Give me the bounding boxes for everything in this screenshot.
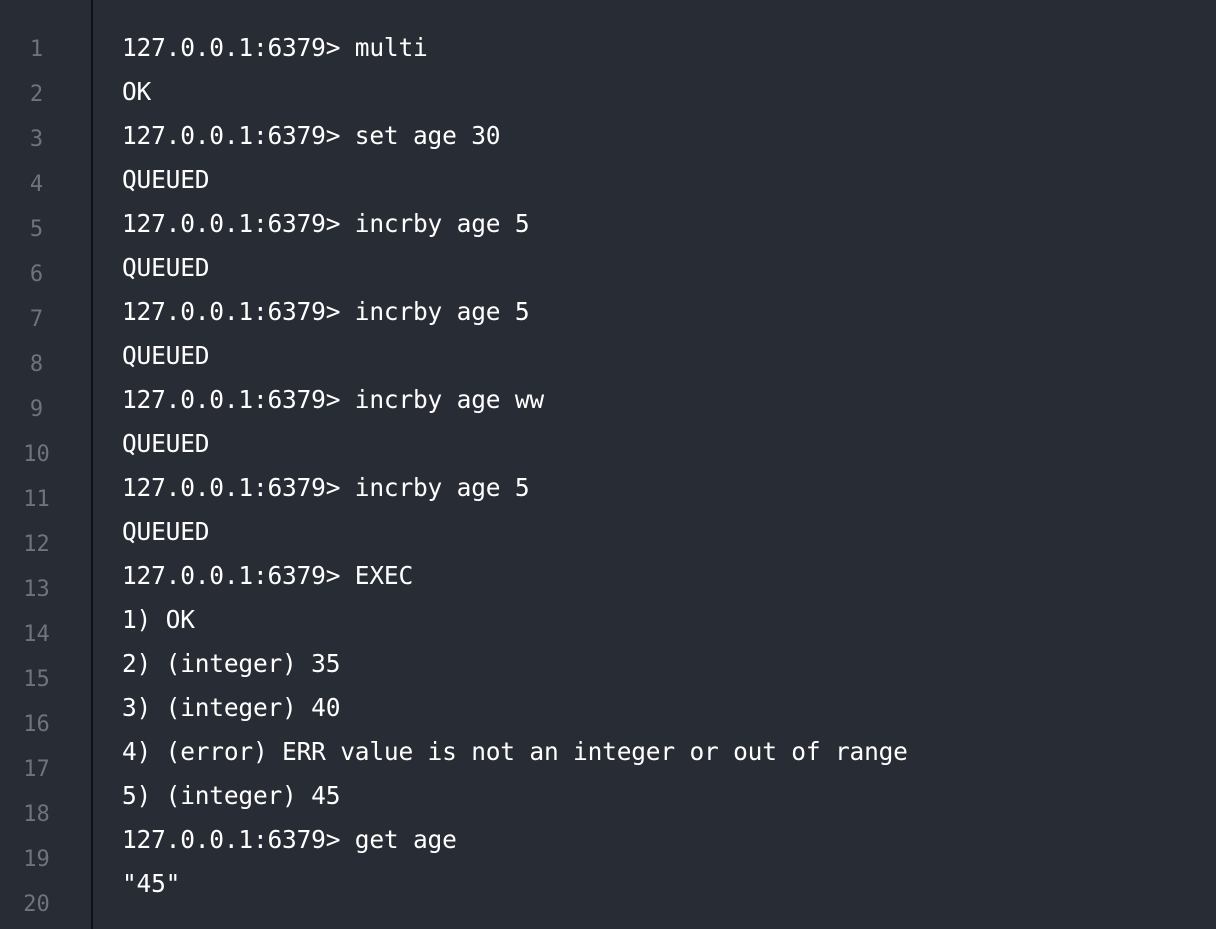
- line-number: 2: [29, 82, 44, 107]
- line-number: 9: [29, 397, 44, 422]
- line-number: 15: [23, 667, 50, 692]
- code-line: 127.0.0.1:6379> incrby age 5: [122, 473, 530, 502]
- code-line: QUEUED: [122, 429, 210, 458]
- line-number: 6: [29, 262, 44, 287]
- code-line: 127.0.0.1:6379> set age 30: [122, 121, 501, 150]
- code-line: OK: [122, 77, 152, 106]
- code-line: QUEUED: [122, 517, 210, 546]
- code-line: 1) OK: [122, 605, 195, 634]
- line-number: 10: [23, 442, 50, 467]
- line-number: 19: [23, 847, 50, 872]
- line-number: 13: [23, 577, 50, 602]
- code-line: QUEUED: [122, 165, 210, 194]
- code-line: 127.0.0.1:6379> incrby age ww: [122, 385, 544, 414]
- line-number: 7: [29, 307, 44, 332]
- line-number: 3: [29, 127, 44, 152]
- line-number: 8: [29, 352, 44, 377]
- code-line: QUEUED: [122, 341, 210, 370]
- code-line: 127.0.0.1:6379> incrby age 5: [122, 209, 530, 238]
- line-number: 1: [29, 37, 44, 62]
- code-line: 5) (integer) 45: [122, 781, 341, 810]
- code-line: 127.0.0.1:6379> multi: [122, 33, 428, 62]
- code-line: 127.0.0.1:6379> get age: [122, 825, 457, 854]
- code-line: 127.0.0.1:6379> EXEC: [122, 561, 414, 590]
- line-number: 18: [23, 802, 50, 827]
- code-line: 4) (error) ERR value is not an integer o…: [122, 737, 908, 766]
- line-number: 4: [29, 172, 44, 197]
- code-line: 2) (integer) 35: [122, 649, 341, 678]
- line-number: 11: [23, 487, 50, 512]
- code-block: 1 2 3 4 5 6 7 8 9 10 11 12 13 14 15 16 1…: [0, 0, 1216, 929]
- line-number: 17: [23, 757, 50, 782]
- line-number: 12: [23, 532, 50, 557]
- line-number: 5: [29, 217, 44, 242]
- code-line: 3) (integer) 40: [122, 693, 341, 722]
- line-number: 16: [23, 712, 50, 737]
- code-line: "45": [122, 869, 181, 898]
- line-number: 14: [23, 622, 50, 647]
- code-line: QUEUED: [122, 253, 210, 282]
- line-number: 20: [23, 892, 50, 917]
- code-content: 127.0.0.1:6379> multi OK 127.0.0.1:6379>…: [122, 0, 1216, 929]
- line-number-gutter: 1 2 3 4 5 6 7 8 9 10 11 12 13 14 15 16 1…: [0, 0, 93, 929]
- code-line: 127.0.0.1:6379> incrby age 5: [122, 297, 530, 326]
